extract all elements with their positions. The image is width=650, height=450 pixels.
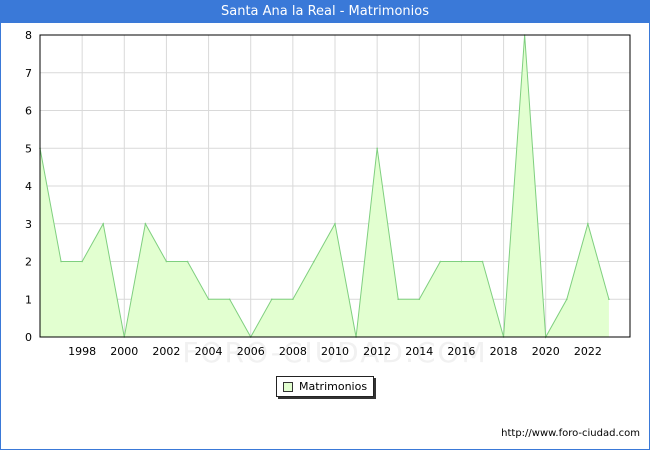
data-point xyxy=(481,260,484,263)
x-tick-label: 2002 xyxy=(152,345,180,358)
data-point xyxy=(376,147,378,150)
data-point xyxy=(334,222,336,225)
x-tick-label: 2020 xyxy=(532,345,560,358)
x-tick-label: 1998 xyxy=(68,345,96,358)
x-tick-label: 2012 xyxy=(363,345,391,358)
x-tick-label: 2010 xyxy=(321,345,349,358)
y-tick-label: 7 xyxy=(25,67,32,80)
data-point xyxy=(186,260,189,263)
data-point xyxy=(565,298,568,301)
y-tick-label: 1 xyxy=(25,293,32,306)
data-point xyxy=(313,260,315,263)
data-point xyxy=(228,298,231,301)
data-point xyxy=(292,298,294,301)
y-tick-label: 0 xyxy=(25,331,32,344)
data-point xyxy=(102,222,105,225)
data-point xyxy=(439,260,442,263)
data-point xyxy=(270,298,273,301)
y-tick-label: 8 xyxy=(25,29,32,42)
x-tick-label: 2008 xyxy=(279,345,307,358)
data-point xyxy=(81,260,83,263)
y-tick-label: 6 xyxy=(25,105,32,118)
data-point xyxy=(397,298,400,301)
data-point xyxy=(165,260,168,263)
x-tick-label: 2022 xyxy=(574,345,602,358)
legend: Matrimonios xyxy=(276,376,374,397)
y-tick-label: 5 xyxy=(25,142,32,155)
x-tick-label: 2014 xyxy=(405,345,433,358)
x-tick-label: 2006 xyxy=(237,345,265,358)
x-tick-label: 2018 xyxy=(490,345,518,358)
y-tick-label: 2 xyxy=(25,256,32,269)
data-point xyxy=(608,298,610,301)
legend-label: Matrimonios xyxy=(299,380,368,393)
data-point xyxy=(418,298,421,301)
x-tick-label: 2004 xyxy=(195,345,223,358)
data-point xyxy=(144,222,147,225)
legend-swatch xyxy=(283,382,293,392)
data-point xyxy=(207,298,210,301)
data-point xyxy=(460,260,463,263)
y-tick-label: 4 xyxy=(25,180,32,193)
y-tick-label: 3 xyxy=(25,218,32,231)
source-url[interactable]: http://www.foro-ciudad.com xyxy=(501,428,640,439)
x-tick-label: 2000 xyxy=(110,345,138,358)
data-point xyxy=(60,260,62,263)
x-tick-label: 2016 xyxy=(447,345,475,358)
data-point xyxy=(587,222,589,225)
